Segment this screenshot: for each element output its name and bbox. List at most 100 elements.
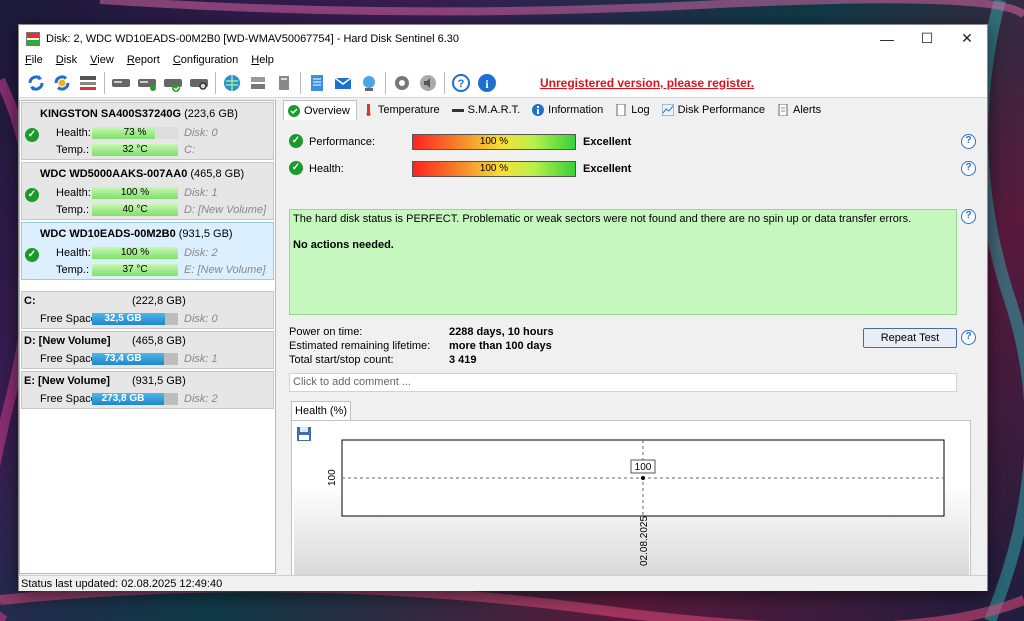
tab-information[interactable]: Information: [527, 100, 610, 120]
send-report-button[interactable]: [356, 70, 382, 96]
chart-tab-health[interactable]: Health (%): [291, 401, 351, 420]
globe-button[interactable]: [219, 70, 245, 96]
thermometer-icon: [362, 104, 374, 116]
tab-smart[interactable]: S.M.A.R.T.: [447, 100, 528, 120]
menu-report[interactable]: Report: [127, 54, 160, 66]
check-icon: ✓: [289, 134, 303, 148]
check-icon: ✓: [25, 128, 39, 142]
performance-bar: 100 %: [412, 134, 576, 150]
volume-card[interactable]: E: [New Volume] (931,5 GB) Free Space 27…: [21, 371, 274, 409]
comment-input[interactable]: Click to add comment ...: [289, 373, 957, 392]
tab-temperature[interactable]: Temperature: [357, 100, 447, 120]
health-bar: 100 %: [412, 161, 576, 177]
tab-strip: Overview Temperature S.M.A.R.T. Informat…: [283, 100, 828, 120]
health-chart-panel: 100 02.08.2025 100: [291, 420, 971, 584]
tab-disk-performance[interactable]: Disk Performance: [657, 100, 772, 120]
free-space-label: Free Space: [40, 393, 97, 405]
disk-card-selected[interactable]: WDC WD10EADS-00M2B0 (931,5 GB) ✓ Health:…: [21, 222, 274, 280]
disk-list-icon: [80, 75, 96, 90]
disk-card[interactable]: WDC WD5000AAKS-007AA0 (465,8 GB) ✓ Healt…: [21, 162, 274, 220]
tab-alerts[interactable]: Alerts: [772, 100, 828, 120]
menu-configuration[interactable]: Configuration: [173, 54, 238, 66]
check-icon: ✓: [25, 248, 39, 262]
refresh-all-icon: [54, 74, 70, 91]
refresh-icon: [28, 74, 44, 91]
temp-label: Temp.:: [56, 204, 90, 216]
question-icon: ?: [452, 73, 470, 92]
help-icon[interactable]: ?: [961, 134, 976, 149]
health-bar: 73 %: [92, 127, 178, 139]
performance-verdict: Excellent: [583, 136, 632, 148]
tab-overview[interactable]: Overview: [283, 100, 357, 120]
maximize-button[interactable]: ☐: [907, 25, 947, 52]
hdd-test-icon: [138, 78, 156, 91]
status-message: The hard disk status is PERFECT. Problem…: [289, 209, 957, 315]
report-button[interactable]: [304, 70, 330, 96]
temp-bar: 32 °C: [92, 144, 178, 156]
network-icon: [251, 76, 265, 89]
chart-icon: [661, 104, 674, 116]
menu-disk[interactable]: Disk: [56, 54, 77, 66]
about-button[interactable]: i: [474, 70, 500, 96]
help-button[interactable]: ?: [448, 70, 474, 96]
close-button[interactable]: ✕: [947, 25, 987, 52]
minimize-button[interactable]: —: [867, 25, 907, 52]
data-label: 100: [635, 462, 652, 473]
toolbar-separator: [300, 71, 301, 94]
performance-label: Performance:: [309, 136, 376, 148]
overview-panel: ✓ Performance: 100 % Excellent ? ✓ Healt…: [280, 120, 984, 584]
free-space-bar: 32,5 GB: [92, 313, 178, 325]
menu-file[interactable]: File: [25, 54, 43, 66]
app-icon: [26, 31, 40, 46]
help-icon[interactable]: ?: [961, 161, 976, 176]
disk-list-button[interactable]: [75, 70, 101, 96]
health-bar: 100 %: [92, 247, 178, 259]
check-icon: [288, 104, 300, 117]
volume-card[interactable]: D: [New Volume] (465,8 GB) Free Space 73…: [21, 331, 274, 369]
help-icon[interactable]: ?: [961, 330, 976, 345]
disk-number: Disk: 2: [184, 393, 218, 405]
network-button[interactable]: [245, 70, 271, 96]
disk-name: WDC WD5000AAKS-007AA0 (465,8 GB): [40, 168, 245, 180]
volume-name: E: [New Volume]: [24, 375, 110, 387]
check-icon: ✓: [25, 188, 39, 202]
status-message-text: The hard disk status is PERFECT. Problem…: [293, 213, 912, 225]
disk-name: WDC WD10EADS-00M2B0 (931,5 GB): [40, 228, 233, 240]
info-icon: i: [478, 73, 496, 92]
menu-help[interactable]: Help: [251, 54, 274, 66]
volume-capacity: (931,5 GB): [132, 375, 186, 387]
toolbar-separator: [215, 71, 216, 94]
check-icon: ✓: [289, 161, 303, 175]
details-pane: Overview Temperature S.M.A.R.T. Informat…: [280, 100, 987, 584]
refresh-button[interactable]: [23, 70, 49, 96]
email-button[interactable]: [330, 70, 356, 96]
help-icon[interactable]: ?: [961, 209, 976, 224]
unregistered-link[interactable]: Unregistered version, please register.: [540, 76, 754, 90]
notepad-icon: [311, 74, 323, 91]
window-title: Disk: 2, WDC WD10EADS-00M2B0 [WD-WMAV500…: [46, 32, 460, 45]
repeat-test-button[interactable]: Repeat Test: [863, 328, 957, 348]
y-tick-label: 100: [327, 469, 338, 486]
sound-button[interactable]: [415, 70, 441, 96]
settings-button[interactable]: [389, 70, 415, 96]
disk-ok-button[interactable]: [160, 70, 186, 96]
refresh-all-button[interactable]: [49, 70, 75, 96]
menu-view[interactable]: View: [90, 54, 114, 66]
svg-text:?: ?: [458, 78, 465, 90]
title-bar: Disk: 2, WDC WD10EADS-00M2B0 [WD-WMAV500…: [19, 25, 987, 52]
minus-bar-icon: [451, 104, 464, 116]
disk-name: KINGSTON SA400S37240G (223,6 GB): [40, 108, 238, 120]
tab-log[interactable]: Log: [610, 100, 656, 120]
health-label: Health:: [309, 163, 344, 175]
toolbar-separator: [444, 71, 445, 94]
status-bar: Status last updated: 02.08.2025 12:49:40: [19, 575, 987, 591]
health-label: Health:: [56, 187, 91, 199]
disk-card[interactable]: KINGSTON SA400S37240G (223,6 GB) ✓ Healt…: [21, 102, 274, 160]
disk-test-button[interactable]: [134, 70, 160, 96]
hdd-ok-icon: [164, 78, 182, 92]
server-button[interactable]: [271, 70, 297, 96]
disk-info-button[interactable]: [108, 70, 134, 96]
volume-capacity: (465,8 GB): [132, 335, 186, 347]
disk-search-button[interactable]: [186, 70, 212, 96]
volume-card[interactable]: C: (222,8 GB) Free Space 32,5 GB Disk: 0: [21, 291, 274, 329]
